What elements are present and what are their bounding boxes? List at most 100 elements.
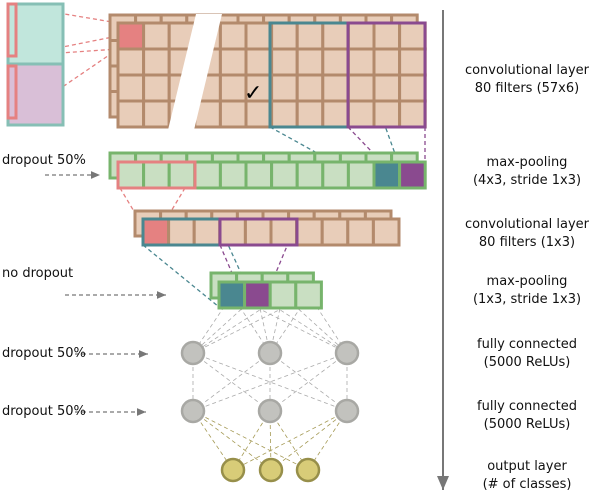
conv-layer-2 bbox=[133, 209, 401, 247]
conv-cell bbox=[321, 99, 350, 129]
conv-cell bbox=[192, 217, 222, 247]
connection-line bbox=[142, 244, 220, 308]
conv-layer-1 bbox=[108, 13, 427, 130]
left-label-dropout-1: dropout 50% bbox=[2, 153, 86, 168]
conv-cell bbox=[372, 99, 402, 129]
conv-cell bbox=[218, 47, 248, 77]
pool-cell bbox=[193, 160, 222, 190]
layer-name: fully connected bbox=[477, 337, 577, 352]
output-neuron bbox=[295, 457, 321, 483]
fc1-neuron bbox=[334, 340, 360, 366]
conv-cell bbox=[295, 21, 325, 51]
conv-cell bbox=[346, 21, 376, 51]
conv-cell bbox=[321, 47, 350, 77]
conv-cell bbox=[346, 99, 376, 129]
conv-cell bbox=[218, 217, 247, 247]
conv-cell bbox=[346, 73, 376, 103]
conv-cell bbox=[142, 73, 171, 103]
conv-cell bbox=[398, 21, 427, 51]
conv-cell bbox=[270, 21, 299, 51]
conv-cell bbox=[295, 217, 324, 247]
conv-cell bbox=[372, 21, 402, 51]
layer-label-output: output layer (# of classes) bbox=[452, 458, 602, 494]
layer-detail: (4x3, stride 1x3) bbox=[472, 173, 582, 188]
conv-cell bbox=[321, 21, 350, 51]
conv-cell bbox=[295, 47, 325, 77]
conv-cell bbox=[320, 217, 350, 247]
pool-cell bbox=[398, 160, 427, 190]
fully-connected-network bbox=[180, 340, 360, 483]
layer-name: output layer bbox=[487, 459, 567, 474]
layer-detail: 80 filters (57x6) bbox=[474, 81, 580, 96]
fc1-neuron bbox=[257, 340, 283, 366]
layer-name: convolutional layer bbox=[464, 63, 590, 78]
layer-name: convolutional layer bbox=[464, 217, 590, 232]
left-label-no-dropout: no dropout bbox=[2, 266, 74, 281]
pool-cell bbox=[244, 160, 274, 190]
fc1-neuron bbox=[180, 340, 206, 366]
layer-name: max-pooling bbox=[486, 155, 568, 170]
pool-cell bbox=[295, 160, 325, 190]
pool-cell bbox=[268, 280, 298, 310]
layer-label-fc2: fully connected (5000 ReLUs) bbox=[452, 398, 602, 434]
pool-cell bbox=[217, 280, 247, 310]
conv-cell bbox=[218, 21, 248, 51]
max-pool-layer-1 bbox=[108, 151, 427, 190]
layer-label-fc1: fully connected (5000 ReLUs) bbox=[452, 336, 602, 372]
conv-cell bbox=[116, 21, 146, 51]
left-label-dropout-2: dropout 50% bbox=[2, 346, 86, 361]
layer-detail: (5000 ReLUs) bbox=[483, 355, 571, 370]
conv-cell bbox=[346, 217, 375, 247]
pool-cell bbox=[372, 160, 402, 190]
conv-cell bbox=[218, 73, 248, 103]
conv-cell bbox=[142, 21, 171, 51]
conv-cell bbox=[398, 47, 427, 77]
fc2-neuron bbox=[180, 398, 206, 424]
pool-cell bbox=[294, 280, 323, 310]
output-neuron bbox=[258, 457, 284, 483]
pool-cell bbox=[270, 160, 299, 190]
layer-detail: (# of classes) bbox=[482, 477, 572, 492]
conv-cell bbox=[243, 217, 273, 247]
conv-cell bbox=[372, 73, 402, 103]
conv-cell bbox=[398, 73, 427, 103]
pool-cell bbox=[321, 160, 350, 190]
pool-cell bbox=[116, 160, 146, 190]
input-spectrogram bbox=[6, 2, 65, 127]
left-label-dropout-3: dropout 50% bbox=[2, 404, 86, 419]
conv-cell bbox=[142, 99, 171, 129]
layer-name: fully connected bbox=[477, 399, 577, 414]
layer-label-conv1: convolutional layer 80 filters (57x6) bbox=[452, 62, 602, 98]
connection-line bbox=[169, 187, 186, 214]
conv-cell bbox=[269, 217, 299, 247]
conv-cell bbox=[167, 217, 196, 247]
conv-cell bbox=[116, 99, 146, 129]
conv-cell bbox=[218, 99, 248, 129]
layer-detail: (1x3, stride 1x3) bbox=[472, 292, 582, 307]
conv-cell bbox=[371, 217, 401, 247]
conv-cell bbox=[295, 73, 325, 103]
conv-cell bbox=[142, 47, 171, 77]
output-neuron bbox=[220, 457, 246, 483]
layer-name: max-pooling bbox=[486, 274, 568, 289]
connection-line bbox=[119, 187, 136, 214]
conv-cell bbox=[116, 73, 146, 103]
conv-cell bbox=[372, 47, 402, 77]
layer-detail: (5000 ReLUs) bbox=[483, 417, 571, 432]
max-pool-layer-2 bbox=[209, 271, 323, 310]
conv-cell bbox=[116, 47, 146, 77]
layer-label-pool1: max-pooling (4x3, stride 1x3) bbox=[452, 154, 602, 190]
conv-cell bbox=[398, 99, 427, 129]
pool-cell bbox=[167, 160, 197, 190]
fc2-neuron bbox=[334, 398, 360, 424]
layer-label-pool2: max-pooling (1x3, stride 1x3) bbox=[452, 273, 602, 309]
layer-detail: 80 filters (1x3) bbox=[478, 235, 576, 250]
conv-cell bbox=[244, 21, 274, 51]
conv-cell bbox=[270, 99, 299, 129]
pool-cell bbox=[243, 280, 272, 310]
checkmark-icon: ✓ bbox=[244, 81, 262, 106]
conv-cell bbox=[141, 217, 171, 247]
connection-line bbox=[269, 126, 318, 154]
fc2-neuron bbox=[257, 398, 283, 424]
conv-cell bbox=[321, 73, 350, 103]
